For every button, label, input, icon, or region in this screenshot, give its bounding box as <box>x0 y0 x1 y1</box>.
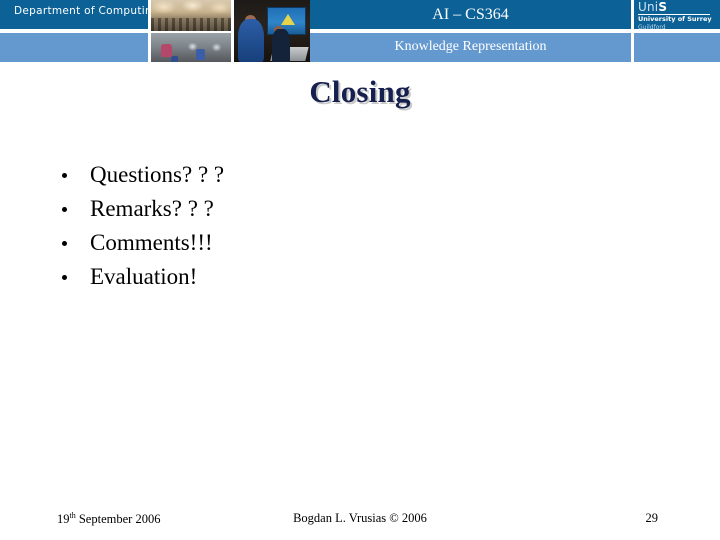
laptop-shape <box>270 47 309 61</box>
course-title: AI – CS364 <box>432 6 509 23</box>
header-mid-bar-left <box>0 33 148 62</box>
lecture-hall-photo <box>151 0 231 31</box>
students-laptop-photo <box>234 0 310 62</box>
bullet-dot-icon <box>62 207 67 212</box>
list-item-label: Questions? ? ? <box>90 162 225 187</box>
list-item: Evaluation! <box>56 260 656 294</box>
logo-university-name: University of Surrey <box>638 15 712 23</box>
slide-header-banner: Department of Computing AI – CS364 UniS … <box>0 0 720 62</box>
bullet-list: Questions? ? ? Remarks? ? ? Comments!!! … <box>56 158 656 294</box>
department-label: Department of Computing <box>14 5 159 17</box>
list-item-label: Comments!!! <box>90 230 213 255</box>
logo-wordmark-suffix: S <box>658 0 668 14</box>
list-item: Questions? ? ? <box>56 158 656 192</box>
footer-page-number: 29 <box>645 511 659 525</box>
projected-triangle-shape <box>281 13 296 25</box>
header-mid-bar-logo <box>634 33 720 62</box>
slide-title: Closing <box>309 74 411 109</box>
slide-footer: 19th September 2006 Bogdan L. Vrusias © … <box>0 511 720 531</box>
list-item-label: Remarks? ? ? <box>90 196 214 221</box>
header-mid-bar-tab <box>620 33 631 62</box>
list-item-label: Evaluation! <box>90 264 198 289</box>
bullet-dot-icon <box>62 241 67 246</box>
footer-author-copyright: Bogdan L. Vrusias © 2006 <box>293 511 427 525</box>
computer-lab-photo <box>151 33 231 62</box>
logo-town-name: Guildford <box>638 23 666 31</box>
logo-wordmark-prefix: Uni <box>638 0 659 14</box>
logo-wordmark: UniS <box>638 1 718 13</box>
slide-canvas: Department of Computing AI – CS364 UniS … <box>0 0 720 540</box>
student-face-shape <box>244 14 257 26</box>
university-logo: UniS University of Surrey Guildford <box>638 1 718 31</box>
list-item: Remarks? ? ? <box>56 192 656 226</box>
list-item: Comments!!! <box>56 226 656 260</box>
bullet-dot-icon <box>62 173 67 178</box>
bullet-dot-icon <box>62 275 67 280</box>
header-subtitle: Knowledge Representation <box>394 39 547 54</box>
